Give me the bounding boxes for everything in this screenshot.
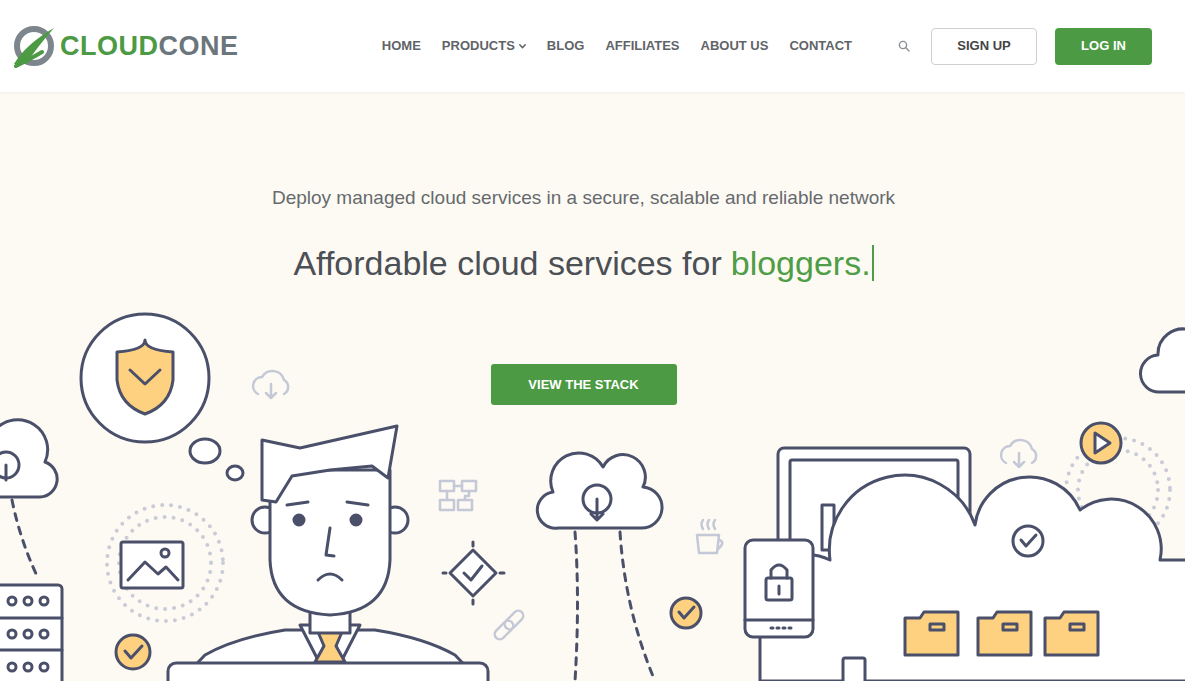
- nav-link[interactable]: HOME: [382, 36, 421, 56]
- headline-text: Affordable cloud services for: [293, 242, 721, 284]
- nav-label: HOME: [382, 36, 421, 56]
- typing-cursor: [872, 245, 874, 281]
- logo-icon: [12, 24, 56, 68]
- logo-text-secondary: CONE: [159, 31, 239, 61]
- hero: Deploy managed cloud services in a secur…: [0, 92, 1185, 405]
- view-stack-button[interactable]: VIEW THE STACK: [491, 364, 677, 405]
- nav-link[interactable]: BLOG: [547, 36, 585, 56]
- hero-tagline: Deploy managed cloud services in a secur…: [272, 186, 895, 210]
- nav-label: PRODUCTS: [442, 36, 515, 56]
- login-button[interactable]: LOG IN: [1055, 28, 1152, 65]
- page: CLOUDCONE HOME PRODUCTS BLOG AFFILIATES ABOU…: [0, 0, 1185, 681]
- logo-text-primary: CLOUD: [60, 31, 159, 61]
- hero-illustration-icon: [0, 0, 1185, 681]
- header-right: HOME PRODUCTS BLOG AFFILIATES ABOUT US CONTAC…: [382, 28, 1152, 65]
- signup-button[interactable]: SIGN UP: [931, 28, 1037, 65]
- header: CLOUDCONE HOME PRODUCTS BLOG AFFILIATES ABOU…: [0, 0, 1185, 92]
- main-nav: HOME PRODUCTS BLOG AFFILIATES ABOUT US CONTAC…: [382, 36, 852, 56]
- nav-label: BLOG: [547, 36, 585, 56]
- chevron-down-icon: [519, 44, 526, 49]
- nav-link[interactable]: PRODUCTS: [442, 36, 526, 56]
- nav-label: ABOUT US: [701, 36, 769, 56]
- nav-link[interactable]: ABOUT US: [701, 36, 769, 56]
- hero-headline: Affordable cloud services for bloggers.: [293, 242, 873, 284]
- nav-label: CONTACT: [789, 36, 852, 56]
- nav-link[interactable]: CONTACT: [789, 36, 852, 56]
- search-button[interactable]: [897, 39, 911, 53]
- search-icon: [898, 40, 910, 52]
- logo[interactable]: CLOUDCONE: [12, 24, 239, 68]
- headline-highlight: bloggers.: [731, 242, 871, 284]
- nav-label: AFFILIATES: [605, 36, 679, 56]
- nav-link[interactable]: AFFILIATES: [605, 36, 679, 56]
